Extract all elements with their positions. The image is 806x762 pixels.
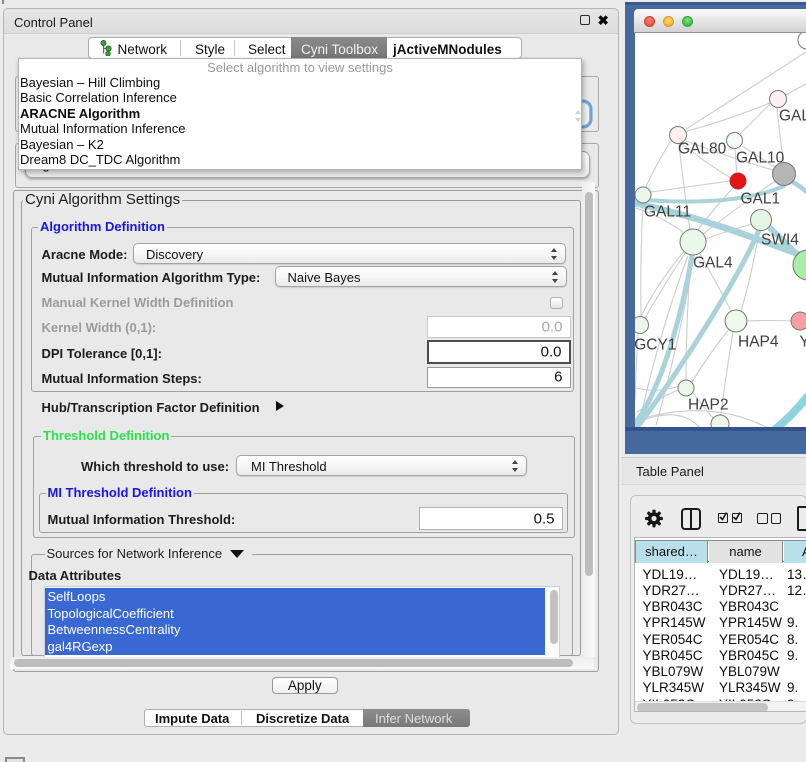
svg-text:HAP4: HAP4 [738, 334, 779, 351]
svg-text:GAL11: GAL11 [644, 204, 691, 221]
svg-text:GCY1: GCY1 [635, 337, 676, 354]
svg-text:HAP2: HAP2 [688, 397, 729, 414]
svg-text:GAL2: GAL2 [779, 108, 806, 125]
svg-text:GAL1: GAL1 [741, 191, 781, 208]
svg-text:GAL80: GAL80 [678, 141, 727, 158]
svg-text:GAL10: GAL10 [736, 150, 785, 167]
svg-text:YDR: YDR [799, 334, 806, 351]
svg-text:GAL4: GAL4 [693, 255, 733, 272]
svg-text:SWI4: SWI4 [761, 232, 799, 249]
